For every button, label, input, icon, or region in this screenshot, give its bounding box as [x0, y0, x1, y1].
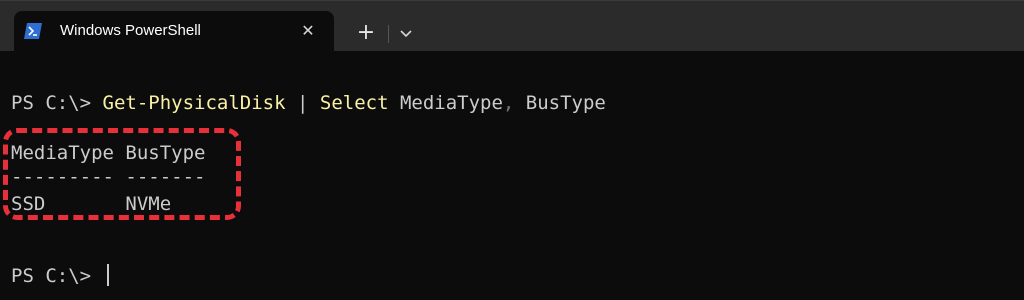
param-bustype: BusType	[514, 92, 606, 114]
cmdlet-get-physicaldisk: Get-PhysicalDisk	[102, 92, 286, 114]
highlight-annotation	[3, 128, 241, 220]
param-comma: ,	[502, 92, 515, 114]
text-cursor	[106, 264, 109, 286]
terminal-content[interactable]: PS C:\> Get-PhysicalDisk | Select MediaT…	[0, 51, 1024, 300]
second-prompt-line: PS C:\>	[11, 264, 109, 288]
pipe-operator: |	[285, 92, 320, 114]
prompt: PS C:\>	[11, 92, 103, 114]
param-mediatype: MediaType	[388, 92, 503, 114]
tab-title: Windows PowerShell	[60, 22, 201, 39]
command-line: PS C:\> Get-PhysicalDisk | Select MediaT…	[11, 91, 606, 115]
tab-divider	[388, 25, 389, 43]
chevron-down-icon[interactable]	[394, 21, 418, 45]
close-tab-icon[interactable]: ✕	[297, 20, 319, 42]
terminal-window: Windows PowerShell ✕ + PS C:\> Get-Physi…	[0, 0, 1024, 300]
prompt: PS C:\>	[11, 265, 103, 287]
new-tab-button[interactable]: +	[350, 18, 382, 48]
cmdlet-select: Select	[319, 92, 389, 114]
powershell-icon	[24, 23, 42, 39]
tab-windows-powershell[interactable]: Windows PowerShell ✕	[14, 11, 334, 51]
tab-bar: Windows PowerShell ✕ +	[0, 1, 1024, 51]
